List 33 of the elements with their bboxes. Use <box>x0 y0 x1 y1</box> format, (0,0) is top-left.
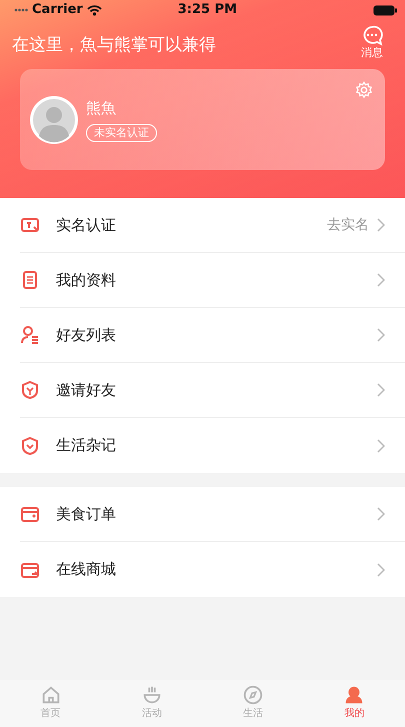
menu-row[interactable]: 实名认证 去实名 <box>20 198 405 253</box>
wallet-icon <box>20 504 40 524</box>
menu-row[interactable]: 生活杂记 <box>20 418 405 473</box>
chevron-icon <box>377 438 385 452</box>
menu-row[interactable]: 我的资料 <box>20 253 405 308</box>
wifi-icon <box>86 4 102 16</box>
chevron-icon <box>377 562 385 576</box>
menu-row[interactable]: 好友列表 <box>20 308 405 363</box>
people-list-icon <box>20 325 40 345</box>
menu-row[interactable]: 美食订单 <box>20 487 405 542</box>
menu-row[interactable]: 在线商城 <box>20 542 405 597</box>
chevron-icon <box>377 507 385 521</box>
battery-icon <box>373 4 397 16</box>
settings-icon[interactable] <box>355 81 373 100</box>
chevron-icon <box>377 273 385 287</box>
user-name: 熊魚 <box>86 98 116 120</box>
page-title: 在这里，魚与熊掌可以兼得 <box>12 34 216 57</box>
avatar-icon <box>30 96 78 144</box>
row-value: 去实名 <box>327 216 369 234</box>
chevron-icon <box>377 218 385 232</box>
compass-icon <box>242 684 264 706</box>
status-time: 3:25 PM <box>176 1 238 20</box>
verification-badge: 未实名认证 <box>86 124 157 142</box>
shield-icon <box>20 380 40 400</box>
chat-icon <box>361 25 383 47</box>
signal-icon <box>14 7 28 13</box>
id-card-icon <box>20 215 40 235</box>
document-icon <box>20 270 40 290</box>
carrier-name: Carrier <box>32 1 83 20</box>
chevron-icon <box>377 328 385 342</box>
chevron-icon <box>377 383 385 397</box>
shield-check-icon <box>20 436 40 456</box>
menu-row[interactable]: 邀请好友 <box>20 363 405 418</box>
